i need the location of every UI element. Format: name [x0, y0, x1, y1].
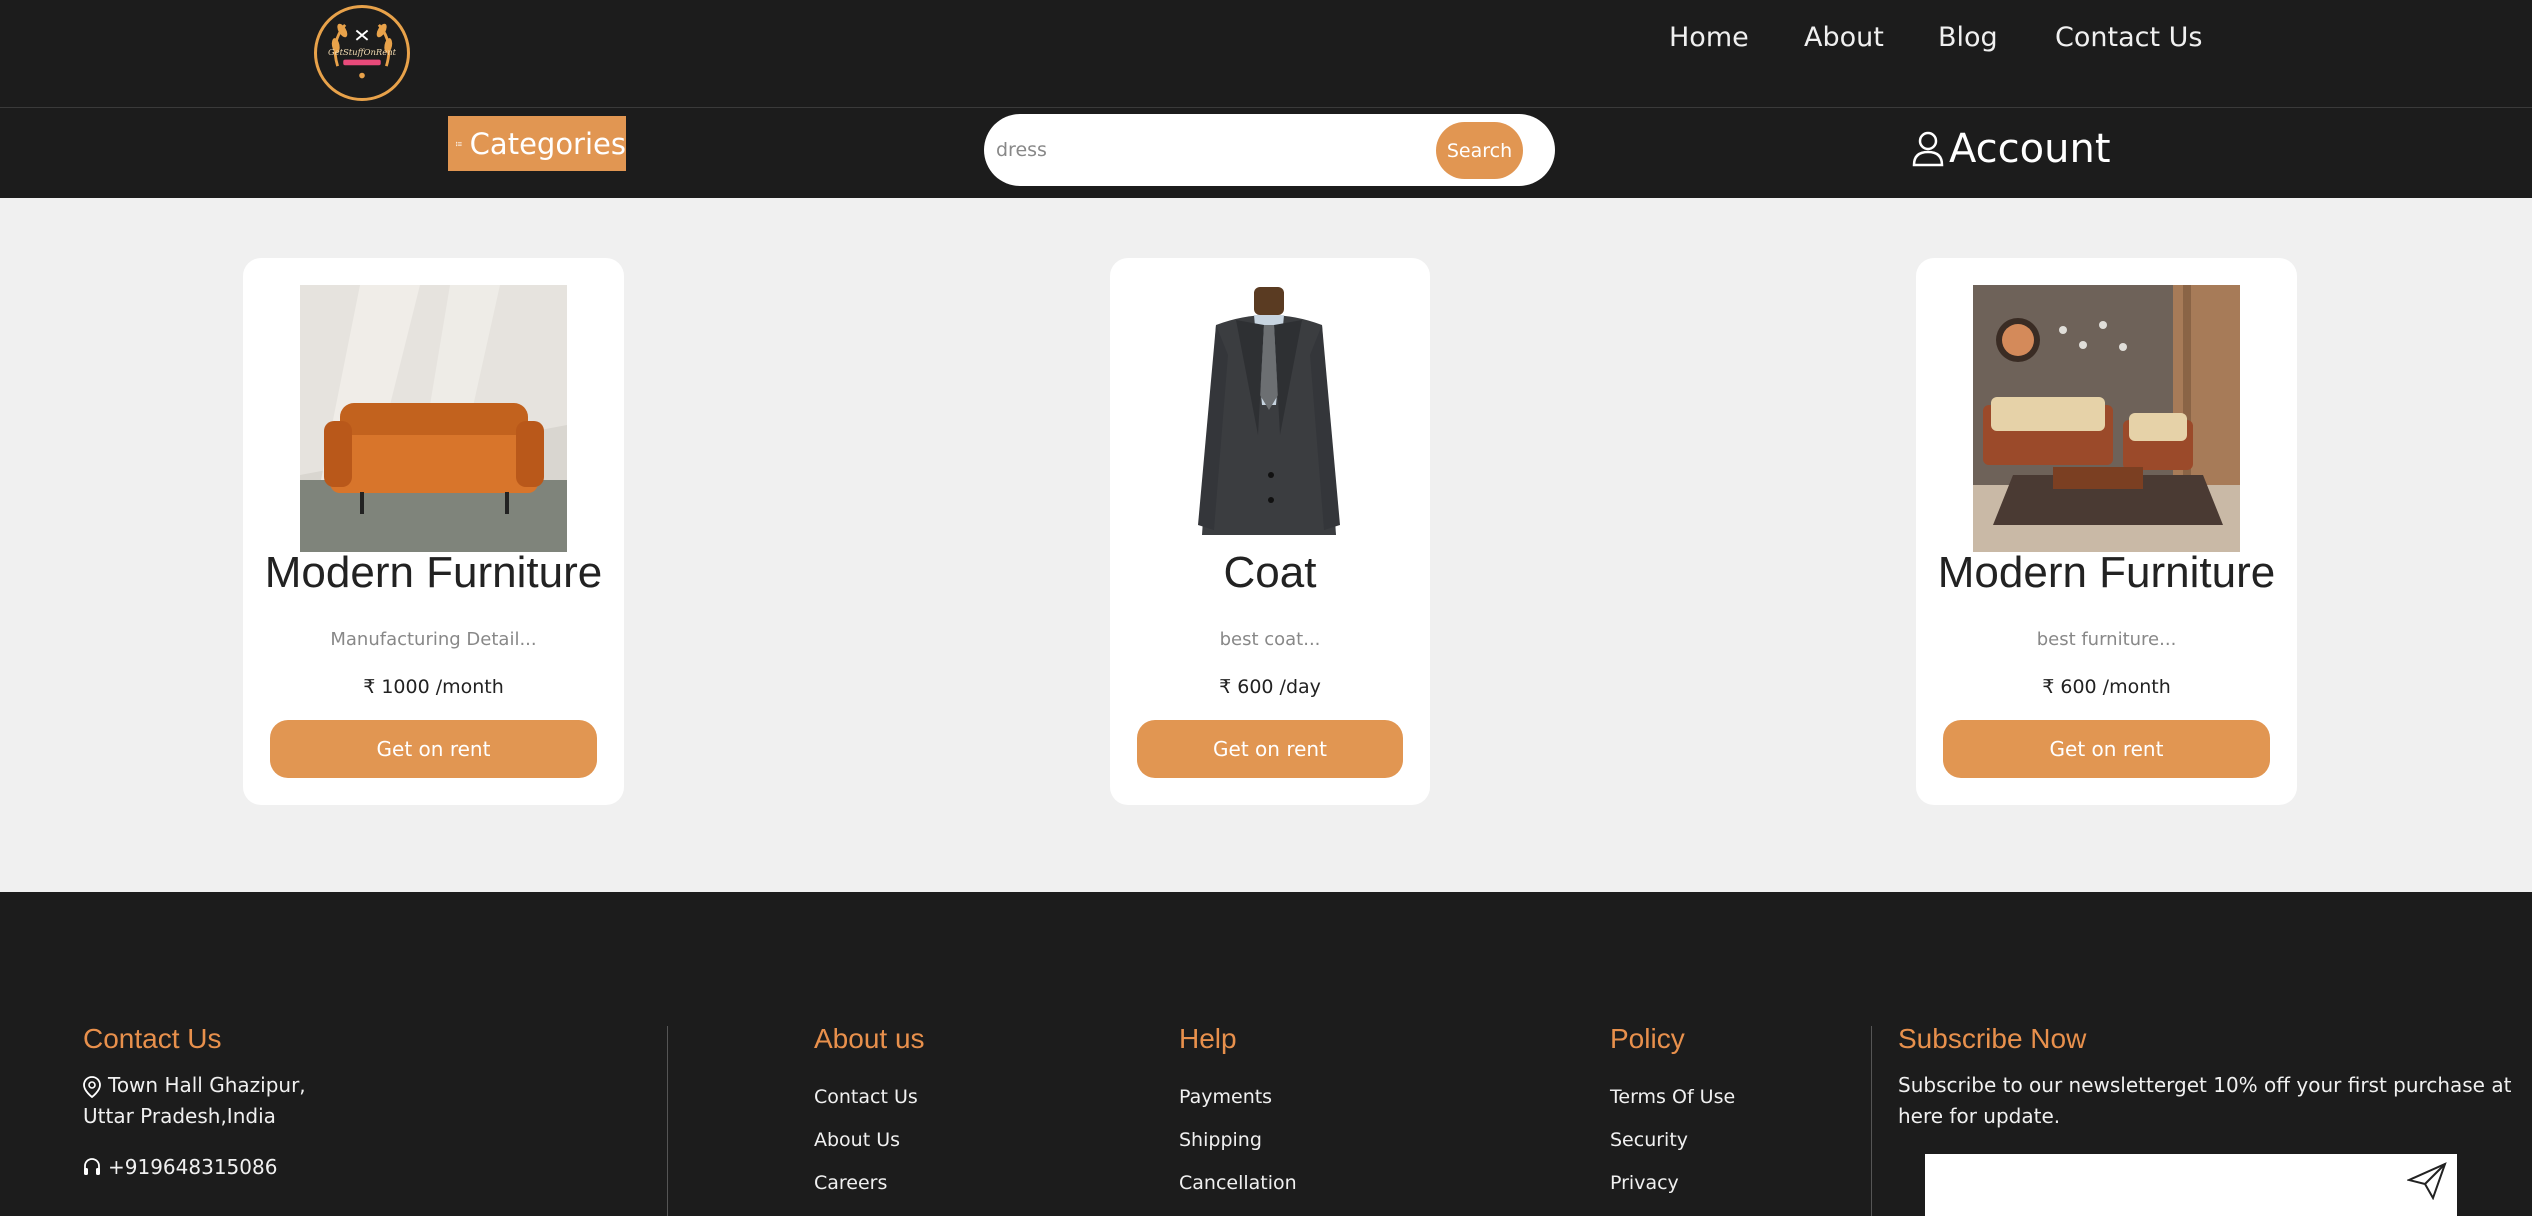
footer-divider: [1871, 1026, 1872, 1216]
location-pin-icon: [83, 1076, 101, 1098]
search-bar: Search: [984, 114, 1555, 186]
footer-link-cancellation[interactable]: Cancellation: [1179, 1172, 1297, 1194]
footer-help-heading: Help: [1179, 1023, 1237, 1054]
top-navbar: GetStuffOnRent Home About Blog Contact U…: [0, 0, 2532, 108]
phone-number[interactable]: +919648315086: [108, 1152, 277, 1183]
product-title: Modern Furniture: [1937, 548, 2276, 597]
product-price: ₹ 600 /day: [1110, 676, 1430, 698]
product-card[interactable]: Modern Furniture Manufacturing Detail...…: [243, 258, 624, 805]
categories-button[interactable]: Categories: [448, 116, 626, 171]
rupee-icon: ₹: [363, 676, 376, 698]
product-card[interactable]: Coat best coat... ₹ 600 /day Get on rent: [1110, 258, 1430, 805]
footer-policy-heading: Policy: [1610, 1023, 1685, 1054]
product-title: Coat: [1223, 548, 1317, 597]
price-value: 1000 /month: [381, 676, 504, 698]
footer-about-heading: About us: [814, 1023, 925, 1054]
product-description: Manufacturing Detail...: [330, 629, 537, 650]
subscribe-text-line-2: here for update.: [1898, 1104, 2061, 1128]
search-input[interactable]: [996, 128, 1396, 172]
footer-link-shipping[interactable]: Shipping: [1179, 1129, 1262, 1151]
footer-subscribe-heading: Subscribe Now: [1898, 1023, 2087, 1054]
footer-link-payments[interactable]: Payments: [1179, 1086, 1272, 1108]
subscribe-text-line-1: Subscribe to our newsletterget 10% off y…: [1898, 1073, 2512, 1097]
product-image-coat[interactable]: [1136, 285, 1403, 552]
search-button[interactable]: Search: [1436, 122, 1523, 179]
nav-blog[interactable]: Blog: [1938, 22, 1998, 53]
logo-emblem-icon: GetStuffOnRent: [328, 23, 397, 79]
footer-link-privacy[interactable]: Privacy: [1610, 1172, 1679, 1194]
rupee-icon: ₹: [2042, 676, 2055, 698]
site-footer: Contact Us Town Hall Ghazipur, Uttar Pra…: [0, 892, 2532, 1216]
product-card[interactable]: Modern Furniture best furniture... ₹ 600…: [1916, 258, 2297, 805]
footer-link-careers[interactable]: Careers: [814, 1172, 887, 1194]
address-line-2: Uttar Pradesh,India: [83, 1104, 276, 1128]
product-image-living-room[interactable]: [1973, 285, 2240, 552]
user-icon: [1912, 131, 1944, 167]
nav-contact-us[interactable]: Contact Us: [2055, 22, 2202, 53]
price-value: 600 /month: [2060, 676, 2171, 698]
headset-icon: [84, 1158, 100, 1175]
get-on-rent-button[interactable]: Get on rent: [1137, 720, 1403, 778]
address-line-1: Town Hall Ghazipur,: [108, 1073, 306, 1097]
product-description: best coat...: [1219, 629, 1321, 650]
product-description: best furniture...: [2036, 629, 2177, 650]
get-on-rent-button[interactable]: Get on rent: [270, 720, 597, 778]
rupee-icon: ₹: [1219, 676, 1232, 698]
search-toolbar: Categories Search Account: [0, 108, 2532, 198]
footer-contact-heading: Contact Us: [83, 1023, 222, 1054]
price-value: 600 /day: [1237, 676, 1321, 698]
account-link[interactable]: Account: [1911, 126, 2111, 172]
product-price: ₹ 1000 /month: [243, 676, 624, 698]
product-image-sofa[interactable]: [300, 285, 567, 552]
footer-link-contact-us[interactable]: Contact Us: [814, 1086, 918, 1108]
product-title: Modern Furniture: [264, 548, 603, 597]
footer-link-security[interactable]: Security: [1610, 1129, 1688, 1151]
subscribe-email-input[interactable]: [1925, 1154, 2457, 1216]
list-icon: [456, 141, 462, 146]
nav-about[interactable]: About: [1804, 22, 1884, 53]
get-on-rent-button[interactable]: Get on rent: [1943, 720, 2270, 778]
footer-link-terms-of-use[interactable]: Terms Of Use: [1610, 1086, 1735, 1108]
categories-label: Categories: [469, 126, 626, 161]
send-icon[interactable]: [2407, 1162, 2447, 1200]
footer-link-about-us[interactable]: About Us: [814, 1129, 900, 1151]
nav-home[interactable]: Home: [1669, 22, 1749, 53]
footer-divider: [667, 1026, 668, 1216]
product-price: ₹ 600 /month: [1916, 676, 2297, 698]
brand-logo[interactable]: GetStuffOnRent: [314, 5, 410, 101]
account-label: Account: [1949, 126, 2111, 172]
svg-text:GetStuffOnRent: GetStuffOnRent: [328, 47, 397, 57]
